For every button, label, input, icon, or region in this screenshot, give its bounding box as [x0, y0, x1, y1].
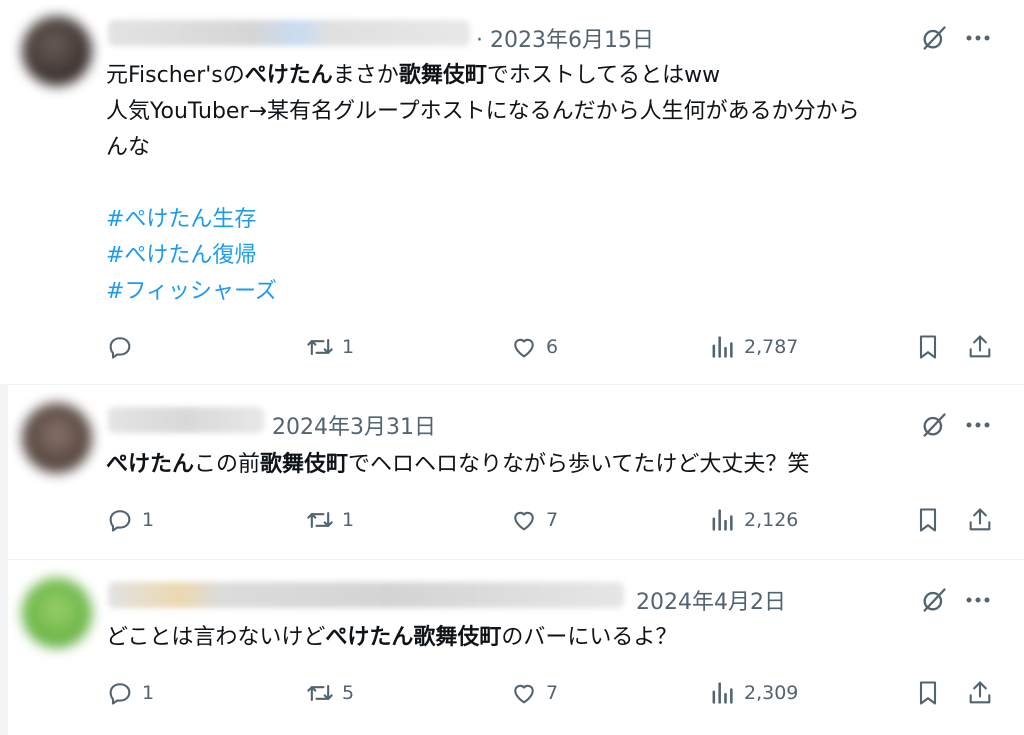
action-bar: 1 6 2,787 [106, 332, 994, 362]
like-button[interactable]: 6 [510, 332, 558, 362]
avatar[interactable] [22, 403, 92, 473]
grok-icon[interactable] [920, 411, 948, 439]
tweet-line: ぺけたんこの前歌舞伎町でヘロヘロなりながら歩いてたけど大丈夫？笑 [106, 447, 809, 483]
tweet-date[interactable]: · 2023年6月15日 [476, 22, 654, 54]
author-name[interactable] [108, 582, 624, 608]
reply-icon [106, 506, 134, 534]
text-span: 元Fischer's [106, 63, 223, 88]
hashtag-link[interactable]: #ぺけたん生存 [106, 202, 860, 238]
heart-icon [510, 506, 538, 534]
like-button[interactable]: 7 [510, 678, 558, 708]
views-count: 2,309 [744, 682, 799, 704]
share-button[interactable] [966, 332, 994, 362]
avatar[interactable] [22, 578, 92, 648]
avatar[interactable] [22, 16, 92, 86]
text-span: どことは言わないけど [106, 625, 326, 650]
retweet-button[interactable]: 1 [306, 332, 354, 362]
tweet-date[interactable]: 2024年4月2日 [636, 584, 786, 616]
author-name[interactable] [108, 407, 264, 433]
retweet-icon [306, 506, 334, 534]
text-span: んな [106, 135, 151, 160]
bookmark-button[interactable] [914, 678, 942, 708]
like-count: 6 [546, 336, 559, 358]
tweet-line: 人気YouTuber→某有名グループホストになるんだから人生何があるか分から [106, 94, 860, 130]
bold-keyword: 歌舞伎町 [260, 452, 349, 477]
bold-keyword: 歌舞伎町 [413, 625, 502, 650]
text-span: の [222, 63, 245, 88]
heart-icon [510, 679, 538, 707]
reply-count: 1 [142, 509, 155, 531]
views-count: 2,126 [744, 509, 799, 531]
thread-gutter [0, 385, 8, 559]
views-icon [708, 679, 736, 707]
bold-keyword: ぺけたん [325, 625, 414, 650]
reply-button[interactable]: 1 [106, 505, 154, 535]
bookmark-button[interactable] [914, 332, 942, 362]
text-span: この前 [194, 452, 261, 477]
views-button[interactable]: 2,126 [708, 505, 798, 535]
retweet-button[interactable]: 1 [306, 505, 354, 535]
views-count: 2,787 [744, 336, 799, 358]
tweet-line: 元Fischer'sのぺけたんまさか歌舞伎町でホストしてるとはww [106, 58, 860, 94]
retweet-icon [306, 333, 334, 361]
tweet[interactable]: · 2023年6月15日 元Fischer'sのぺけたんまさか歌舞伎町でホストし… [0, 0, 1024, 384]
share-icon [966, 333, 994, 361]
tweet-text: 元Fischer'sのぺけたんまさか歌舞伎町でホストしてるとはww 人気YouT… [106, 58, 860, 310]
reply-icon [106, 333, 134, 361]
bookmark-icon [914, 506, 942, 534]
share-icon [966, 679, 994, 707]
reply-count: 1 [142, 682, 155, 704]
bold-keyword: ぺけたん [106, 452, 195, 477]
text-span: のバーにいるよ？ [501, 625, 678, 650]
share-button[interactable] [966, 505, 994, 535]
grok-icon[interactable] [920, 586, 948, 614]
share-button[interactable] [966, 678, 994, 708]
bookmark-icon [914, 679, 942, 707]
tweet-date[interactable]: 2024年3月31日 [272, 409, 436, 441]
grok-icon[interactable] [920, 24, 948, 52]
retweet-count: 1 [342, 509, 355, 531]
tweet-line: どことは言わないけどぺけたん歌舞伎町のバーにいるよ？ [106, 620, 677, 656]
action-bar: 1 5 7 2,309 [106, 678, 994, 708]
action-bar: 1 1 7 2,126 [106, 505, 994, 535]
text-span: でホストしてるとはww [486, 63, 721, 88]
reply-button[interactable] [106, 332, 142, 362]
more-icon[interactable] [962, 24, 994, 52]
like-count: 7 [546, 682, 559, 704]
text-span: まさか [332, 63, 399, 88]
bold-keyword: ぺけたん [244, 63, 333, 88]
thread-gutter [0, 560, 8, 735]
reply-button[interactable]: 1 [106, 678, 154, 708]
tweet-text: ぺけたんこの前歌舞伎町でヘロヘロなりながら歩いてたけど大丈夫？笑 [106, 447, 809, 483]
hashtag-link[interactable]: #ぺけたん復帰 [106, 238, 860, 274]
views-button[interactable]: 2,309 [708, 678, 798, 708]
views-icon [708, 506, 736, 534]
retweet-count: 1 [342, 336, 355, 358]
tweet-text: どことは言わないけどぺけたん歌舞伎町のバーにいるよ？ [106, 620, 677, 656]
text-span: でヘロヘロなりながら歩いてたけど大丈夫？笑 [348, 452, 810, 477]
tweet[interactable]: 2024年3月31日 ぺけたんこの前歌舞伎町でヘロヘロなりながら歩いてたけど大丈… [0, 385, 1024, 559]
text-span: 人気YouTuber→某有名グループホストになるんだから人生何があるか分から [106, 99, 860, 124]
author-name[interactable] [108, 20, 470, 46]
like-button[interactable]: 7 [510, 505, 558, 535]
share-icon [966, 506, 994, 534]
bold-keyword: 歌舞伎町 [398, 63, 487, 88]
more-icon[interactable] [962, 586, 994, 614]
views-button[interactable]: 2,787 [708, 332, 798, 362]
retweet-count: 5 [342, 682, 355, 704]
more-icon[interactable] [962, 411, 994, 439]
retweet-button[interactable]: 5 [306, 678, 354, 708]
retweet-icon [306, 679, 334, 707]
views-icon [708, 333, 736, 361]
tweet-line: んな [106, 130, 860, 166]
reply-icon [106, 679, 134, 707]
hashtag-link[interactable]: #フィッシャーズ [106, 274, 860, 310]
bookmark-button[interactable] [914, 505, 942, 535]
bookmark-icon [914, 333, 942, 361]
tweet[interactable]: 2024年4月2日 どことは言わないけどぺけたん歌舞伎町のバーにいるよ？ 1 5… [0, 560, 1024, 735]
like-count: 7 [546, 509, 559, 531]
heart-icon [510, 333, 538, 361]
